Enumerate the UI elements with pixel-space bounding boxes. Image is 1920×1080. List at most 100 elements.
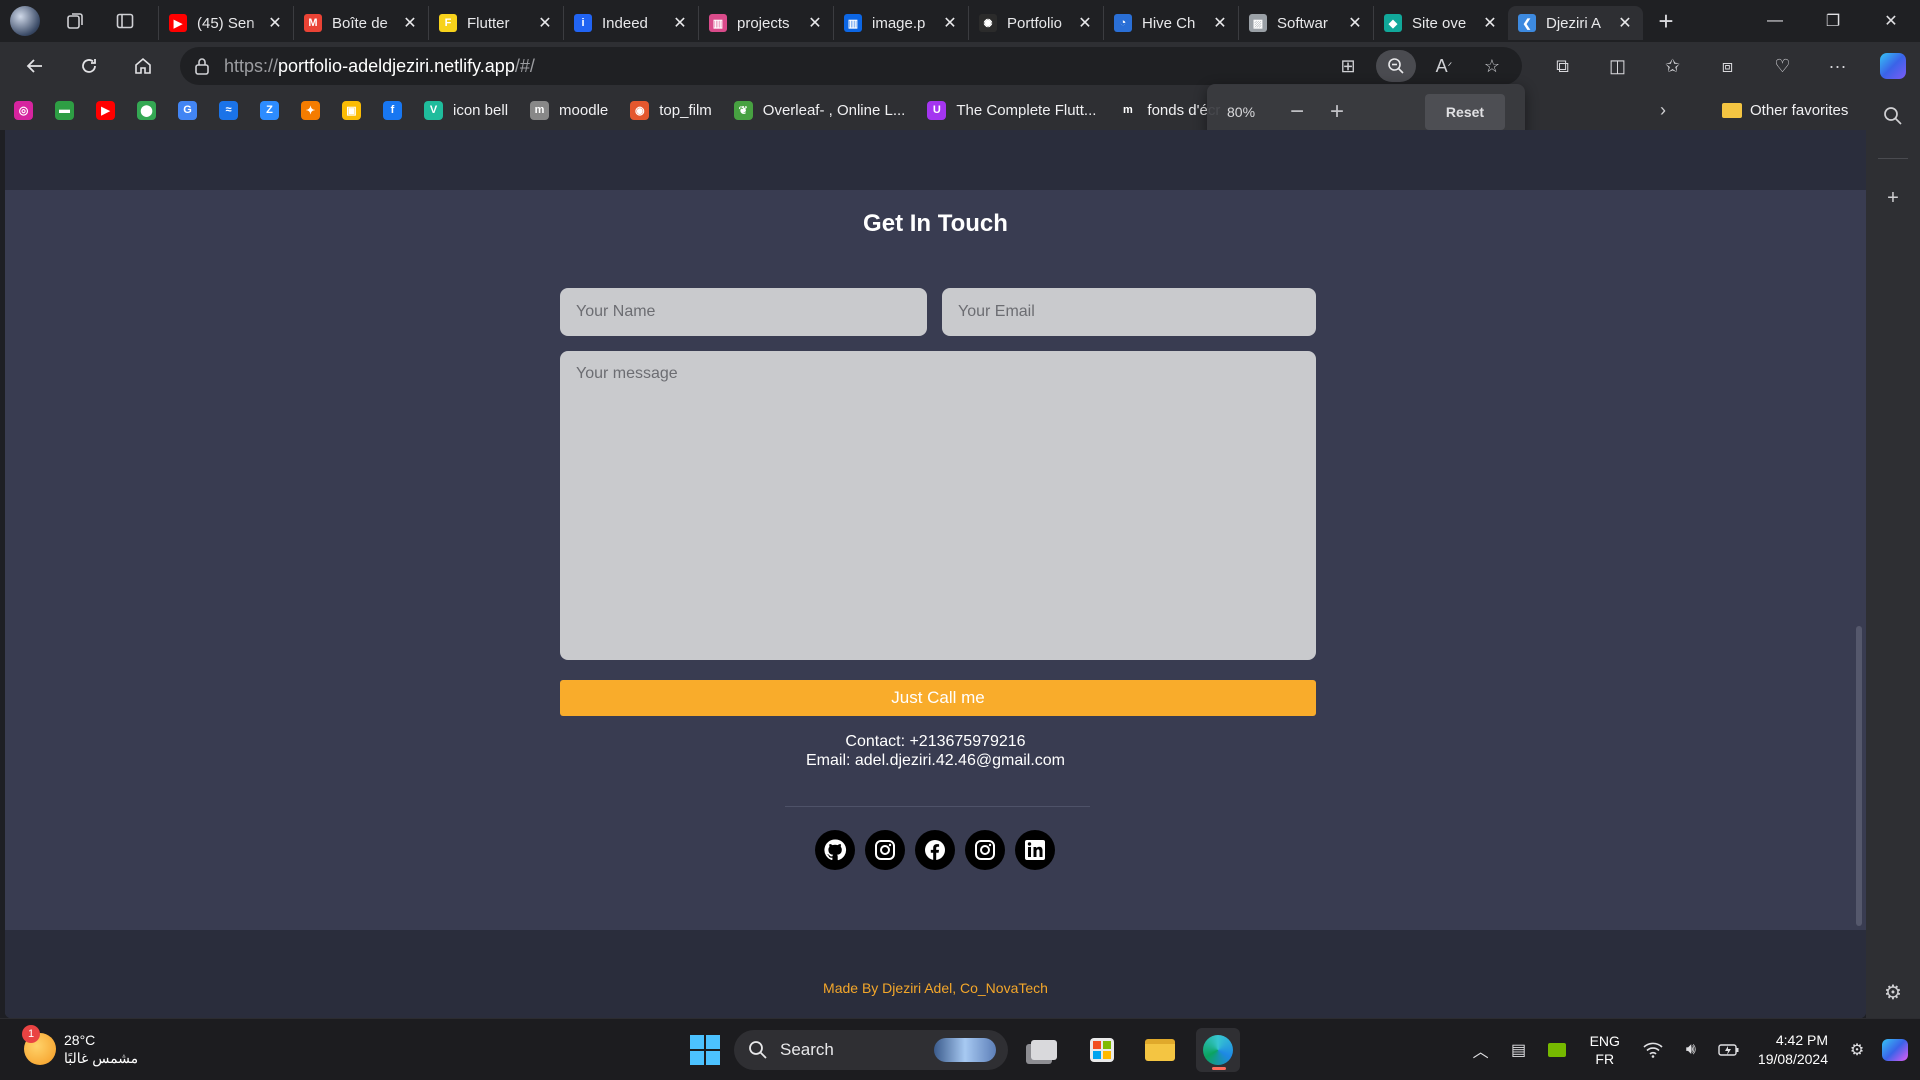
lock-icon[interactable] [180, 57, 224, 75]
favorite-item[interactable]: m moodle [530, 90, 608, 130]
just-call-me-button[interactable]: Just Call me [560, 680, 1316, 716]
tab-close-icon[interactable]: ✕ [1212, 13, 1228, 33]
nvidia-icon[interactable] [1538, 1043, 1576, 1057]
address-bar[interactable]: https://portfolio-adeldjeziri.netlify.ap… [180, 47, 1522, 85]
favorite-item[interactable]: ✦ [301, 90, 320, 130]
browser-tab[interactable]: ◆ Site ove ✕ [1373, 6, 1508, 40]
favorite-item[interactable]: ▬ [55, 90, 74, 130]
profile-avatar[interactable] [0, 0, 50, 42]
github-icon[interactable] [815, 830, 855, 870]
active-tab[interactable]: ❮ Djeziri A ✕ [1508, 6, 1643, 40]
instagram-icon[interactable] [865, 830, 905, 870]
favorites-icon[interactable]: ✩ [1645, 42, 1700, 90]
copilot-taskbar-icon[interactable] [1876, 1039, 1914, 1061]
file-explorer-icon[interactable] [1138, 1028, 1182, 1072]
favorite-item[interactable]: ⬤ [137, 90, 156, 130]
browser-essentials-icon[interactable]: ♡ [1755, 42, 1810, 90]
vuetify-icon: V [424, 100, 443, 120]
browser-tab[interactable]: M Boîte de ✕ [293, 6, 428, 40]
wifi-icon[interactable] [1634, 1042, 1672, 1058]
weather-widget[interactable]: 1 28°C مشمس غالبًا [22, 1025, 138, 1067]
instagram-icon[interactable] [965, 830, 1005, 870]
windows-start-icon[interactable] [690, 1035, 720, 1065]
favorite-item[interactable]: m fonds d'écr [1118, 90, 1220, 130]
favorite-item[interactable]: ▶ [96, 90, 115, 130]
read-aloud-icon[interactable]: Aᐟ [1424, 50, 1464, 82]
email-input[interactable] [942, 288, 1316, 336]
favorite-item[interactable]: ❦ Overleaf- , Online L... [733, 90, 905, 130]
other-favorites-folder[interactable]: Other favorites [1722, 90, 1848, 130]
task-view-icon[interactable] [1022, 1028, 1066, 1072]
refresh-icon[interactable] [62, 42, 116, 90]
home-icon[interactable] [116, 42, 170, 90]
split-screen-icon[interactable]: ◫ [1590, 42, 1645, 90]
favorite-star-icon[interactable]: ☆ [1472, 50, 1512, 82]
tab-close-icon[interactable]: ✕ [942, 13, 958, 33]
volume-icon[interactable]: 🔊︎ [1672, 1041, 1710, 1059]
browser-tab[interactable]: ▥ projects ✕ [698, 6, 833, 40]
message-textarea[interactable] [560, 351, 1316, 660]
tab-close-icon[interactable]: ✕ [1347, 13, 1363, 33]
favorite-item[interactable]: f [383, 90, 402, 130]
favorite-item[interactable]: U The Complete Flutt... [927, 90, 1096, 130]
url-text[interactable]: https://portfolio-adeldjeziri.netlify.ap… [224, 56, 535, 77]
tray-device-icon[interactable]: ▤ [1500, 1040, 1538, 1060]
browser-tab[interactable]: F Flutter ✕ [428, 6, 563, 40]
zoom-reset-button[interactable]: Reset [1425, 94, 1505, 130]
tab-close-icon[interactable]: ✕ [807, 13, 823, 33]
browser-tab[interactable]: ✺ Portfolio ✕ [968, 6, 1103, 40]
restore-icon[interactable]: ❐ [1804, 0, 1862, 42]
name-input[interactable] [560, 288, 927, 336]
favorite-item[interactable]: Vicon bell [424, 90, 508, 130]
favorites-overflow-icon[interactable]: › [1660, 90, 1666, 130]
sidebar-search-icon[interactable] [1866, 96, 1920, 136]
url-scheme: https:// [224, 55, 279, 76]
minimize-icon[interactable]: — [1746, 0, 1804, 42]
tab-close-icon[interactable]: ✕ [1617, 13, 1633, 33]
collections-icon[interactable]: ⧈ [1700, 42, 1755, 90]
zoom-out-icon[interactable] [1376, 50, 1416, 82]
settings-more-icon[interactable]: ··· [1810, 42, 1865, 90]
language-indicator[interactable]: ENG FR [1590, 1032, 1620, 1068]
taskbar-search[interactable]: Search [734, 1030, 1008, 1070]
workspaces-icon[interactable] [50, 0, 100, 42]
tab-close-icon[interactable]: ✕ [402, 13, 418, 33]
back-icon[interactable] [8, 42, 62, 90]
extensions-icon[interactable]: ⧉ [1535, 42, 1590, 90]
browser-tab[interactable]: i Indeed ✕ [563, 6, 698, 40]
tab-close-icon[interactable]: ✕ [672, 13, 688, 33]
tab-close-icon[interactable]: ✕ [537, 13, 553, 33]
notifications-gear-icon[interactable]: ⚙ [1838, 1040, 1876, 1060]
app-install-icon[interactable]: ⊞ [1328, 50, 1368, 82]
browser-tab[interactable]: ▥ image.p ✕ [833, 6, 968, 40]
page-scrollbar[interactable] [1856, 626, 1862, 926]
tab-close-icon[interactable]: ✕ [267, 13, 283, 33]
edge-browser-icon[interactable] [1196, 1028, 1240, 1072]
system-clock[interactable]: 4:42 PM 19/08/2024 [1758, 1031, 1828, 1069]
new-tab-button[interactable]: + [1643, 0, 1689, 42]
favorite-item[interactable]: ◉ top_film [630, 90, 712, 130]
tab-close-icon[interactable]: ✕ [1077, 13, 1093, 33]
close-window-icon[interactable]: ✕ [1862, 0, 1920, 42]
battery-icon[interactable] [1710, 1043, 1748, 1057]
vertical-tabs-icon[interactable] [100, 0, 150, 42]
microsoft-store-icon[interactable] [1080, 1028, 1124, 1072]
window-controls: — ❐ ✕ [1746, 0, 1920, 42]
favorite-item[interactable]: ≈ [219, 90, 238, 130]
browser-tab[interactable]: ◔ Hive Ch ✕ [1103, 6, 1238, 40]
zoom-increase-button[interactable]: + [1317, 98, 1357, 126]
browser-tab[interactable]: ▶ (45) Sen ✕ [158, 6, 293, 40]
facebook-icon[interactable] [915, 830, 955, 870]
tab-close-icon[interactable]: ✕ [1482, 13, 1498, 33]
tray-overflow-icon[interactable]: ︿ [1462, 1038, 1500, 1062]
linkedin-icon[interactable] [1015, 830, 1055, 870]
favorite-item[interactable]: ◎ [14, 90, 33, 130]
copilot-icon[interactable] [1865, 42, 1920, 90]
sidebar-add-icon[interactable]: + [1866, 178, 1920, 218]
favorite-item[interactable]: ▣ [342, 90, 361, 130]
sidebar-settings-icon[interactable]: ⚙ [1866, 972, 1920, 1012]
browser-tab[interactable]: ▨ Softwar ✕ [1238, 6, 1373, 40]
favorite-item[interactable]: Z [260, 90, 279, 130]
zoom-decrease-button[interactable]: − [1277, 98, 1317, 126]
favorite-item[interactable]: G [178, 90, 197, 130]
